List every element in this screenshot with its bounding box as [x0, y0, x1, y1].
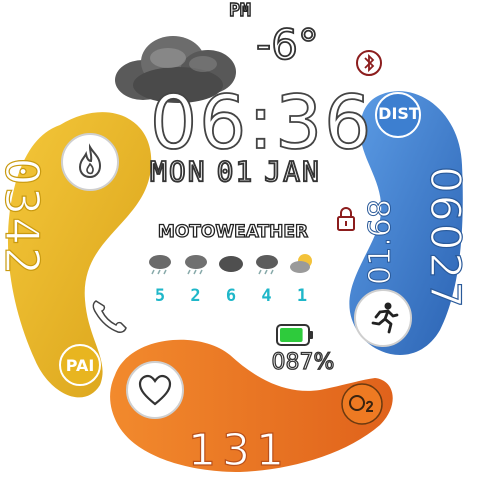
day: 01: [216, 154, 255, 189]
ampm-indicator: PM: [228, 0, 251, 22]
watch-face: PM -6° 06:36 MON 01 JAN MOTOWEATHER 5 2 6 …: [0, 0, 480, 480]
bluetooth-icon: [356, 50, 382, 76]
forecast-value: 6: [225, 286, 237, 306]
heart-icon: [138, 374, 172, 406]
heart-rate-value: 131: [187, 424, 290, 476]
forecast-icons: [146, 252, 316, 276]
dist-label: DIST: [378, 104, 420, 123]
forecast-value: 2: [190, 286, 201, 306]
pai-label: PAI: [65, 356, 95, 375]
rain-cloud-icon: [253, 252, 281, 276]
forecast-value: 5: [154, 286, 166, 306]
partly-cloudy-icon: [288, 252, 316, 276]
date-display: MON 01 JAN: [149, 154, 380, 189]
lock-icon: [337, 207, 355, 231]
o2-icon: [349, 395, 374, 412]
distance-value: 01.68: [363, 199, 399, 286]
battery-fill: [280, 328, 303, 342]
forecast-value: 1: [296, 286, 308, 306]
forecast-value: 4: [261, 286, 272, 306]
rain-cloud-icon: [146, 252, 174, 276]
temperature: -6°: [255, 19, 320, 70]
month: JAN: [263, 154, 321, 189]
steps-left-value: 0342: [0, 157, 50, 277]
forecast-values: 5 2 6 4 1: [146, 286, 316, 306]
time-display: 06:36: [149, 79, 374, 167]
flame-icon: [78, 143, 102, 179]
battery-percent: 087%: [271, 349, 335, 375]
phone-icon: [92, 300, 127, 333]
weather-mode-label: MOTOWEATHER: [157, 221, 309, 242]
cloud-icon: [217, 252, 245, 276]
steps-right-value: 06027: [420, 166, 470, 311]
battery-icon: [276, 324, 313, 346]
rain-cloud-icon: [182, 252, 210, 276]
weekday: MON: [149, 154, 207, 189]
